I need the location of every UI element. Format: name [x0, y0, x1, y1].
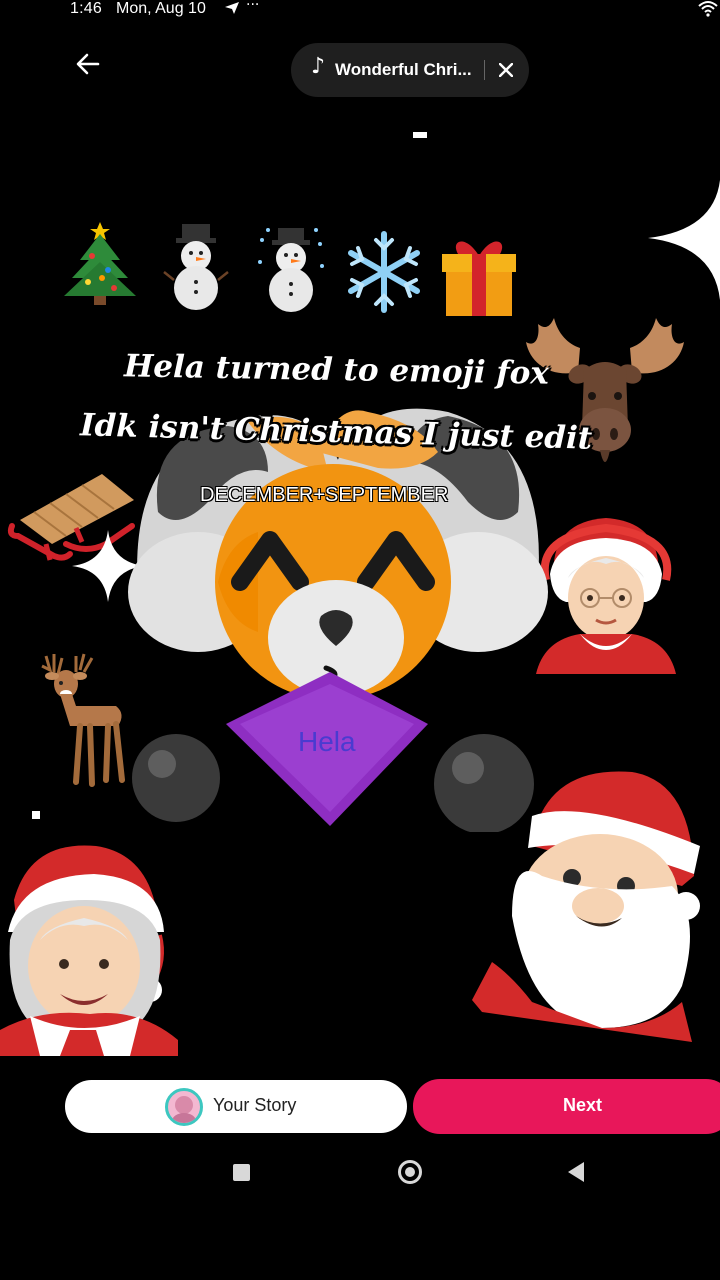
status-more: ···	[246, 0, 260, 13]
santa-icon	[472, 771, 700, 1042]
your-story-label: Your Story	[213, 1095, 297, 1115]
music-divider	[484, 60, 485, 80]
avatar	[165, 1088, 203, 1126]
home-button[interactable]	[398, 1160, 422, 1184]
speck	[32, 811, 40, 819]
close-icon	[499, 63, 513, 77]
status-time: 1:46	[70, 0, 102, 17]
remove-music-button[interactable]	[493, 57, 519, 83]
christmas-tree-icon	[64, 222, 136, 305]
deer-icon	[41, 653, 125, 787]
send-icon	[224, 1, 240, 19]
caption-line-3[interactable]: DECEMBER+SEPTEMBER	[200, 484, 448, 507]
status-date: Mon, Aug 10	[116, 0, 206, 17]
nav-back-button[interactable]	[568, 1162, 584, 1182]
back-arrow-icon	[76, 53, 100, 75]
recents-button[interactable]	[233, 1164, 250, 1181]
snowflake-icon	[348, 231, 420, 313]
gift-icon	[442, 241, 516, 316]
speck	[413, 132, 427, 138]
next-label: Next	[563, 1095, 603, 1115]
music-note-icon: ♪	[311, 54, 326, 79]
character-name-label: Hela	[298, 726, 356, 757]
next-button[interactable]: Next	[413, 1079, 720, 1134]
snowman-icon	[163, 224, 229, 310]
system-nav-bar	[0, 1148, 720, 1198]
back-button[interactable]	[70, 44, 106, 84]
wifi-icon	[698, 0, 718, 22]
snowman-icon	[258, 228, 324, 312]
sparkle-icon	[648, 180, 720, 300]
caption-line-1[interactable]: Hela turned to emoji fox	[124, 348, 549, 391]
your-story-button[interactable]: Your Story	[65, 1080, 407, 1133]
status-bar: 1:46 Mon, Aug 10 ···	[0, 0, 720, 24]
mrs-claus-icon	[0, 845, 178, 1056]
music-title: Wonderful Chri...	[335, 60, 472, 79]
